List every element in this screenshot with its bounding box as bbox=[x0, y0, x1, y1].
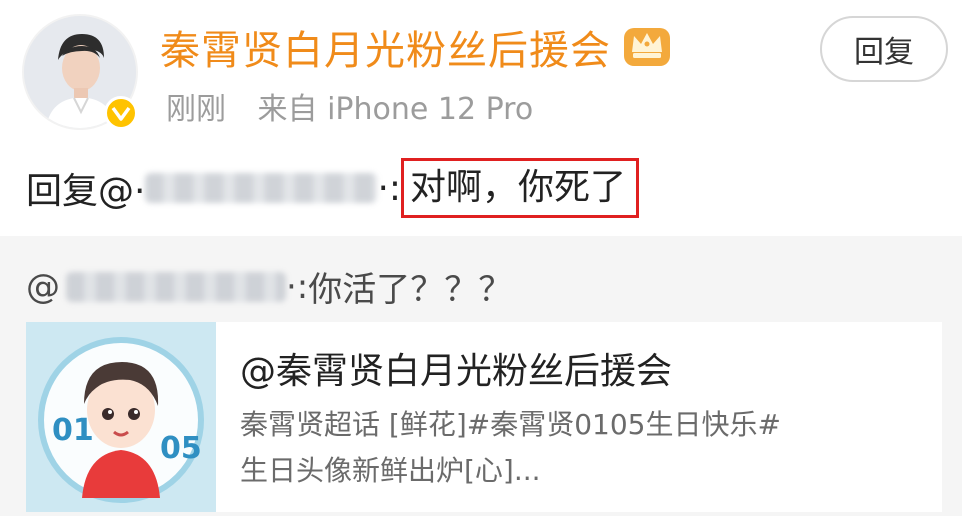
post-meta: 刚刚 来自 iPhone 12 Pro bbox=[166, 84, 533, 128]
quote-prefix: @ bbox=[26, 266, 60, 307]
reply-prefix: 回复@· bbox=[26, 171, 146, 212]
blurred-username[interactable] bbox=[145, 173, 378, 203]
thumb-number-left: 01 bbox=[52, 413, 94, 448]
quoted-section: @ ·: 你活了？？？ 01 05 @秦霄贤白月光粉丝后援会 秦霄贤超话 [鲜花… bbox=[0, 236, 962, 516]
quote-text: 你活了？？？ bbox=[308, 270, 513, 310]
post-header: 秦霄贤白月光粉丝后援会 刚刚 来自 iPhone 12 Pro 回复 bbox=[0, 0, 962, 150]
verified-badge-icon bbox=[104, 96, 138, 130]
blurred-username[interactable] bbox=[66, 271, 286, 302]
avatar[interactable] bbox=[22, 14, 138, 130]
card-desc-line1: 秦霄贤超话 [鲜花]#秦霄贤0105生日快乐# bbox=[240, 408, 781, 441]
card-title[interactable]: @秦霄贤白月光粉丝后援会 bbox=[240, 342, 672, 394]
card-description: 秦霄贤超话 [鲜花]#秦霄贤0105生日快乐# 生日头像新鲜出炉[心]... bbox=[240, 402, 930, 494]
crown-icon bbox=[622, 22, 672, 68]
linked-post-card[interactable]: 01 05 @秦霄贤白月光粉丝后援会 秦霄贤超话 [鲜花]#秦霄贤0105生日快… bbox=[26, 322, 942, 512]
post-source: 来自 iPhone 12 Pro bbox=[257, 92, 534, 127]
cartoon-thumbnail: 01 05 bbox=[26, 322, 216, 512]
highlighted-reply-text: 对啊，你死了 bbox=[401, 158, 640, 218]
username[interactable]: 秦霄贤白月光粉丝后援会 bbox=[160, 18, 611, 74]
thumb-number-right: 05 bbox=[160, 431, 202, 466]
post-time: 刚刚 bbox=[166, 92, 226, 127]
reply-button[interactable]: 回复 bbox=[820, 16, 948, 82]
reply-separator: ·: bbox=[377, 167, 402, 209]
reply-content: 回复@· ·: 对啊，你死了 bbox=[26, 158, 640, 218]
quoted-comment: @ ·: 你活了？？？ bbox=[26, 262, 512, 311]
card-desc-line2: 生日头像新鲜出炉[心]... bbox=[240, 454, 541, 487]
quote-separator: ·: bbox=[286, 266, 309, 307]
